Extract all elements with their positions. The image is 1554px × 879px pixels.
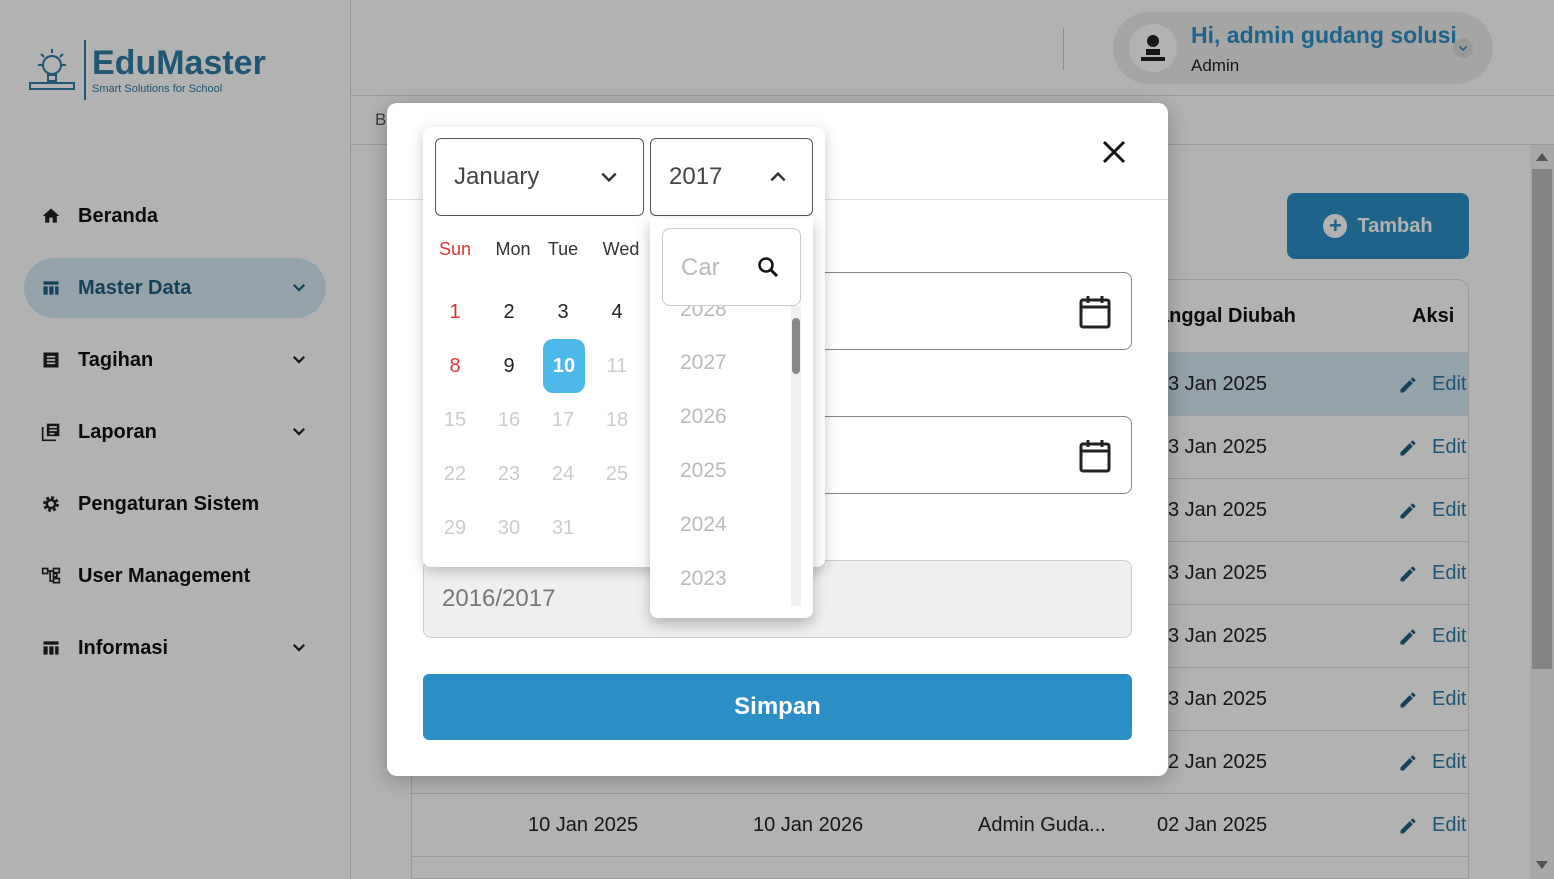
year-option[interactable]: 2025 (680, 459, 727, 483)
close-icon[interactable] (1099, 137, 1129, 167)
calendar-day: 29 (443, 517, 467, 539)
year-scrollbar-thumb[interactable] (792, 318, 800, 374)
year-option[interactable]: 2026 (680, 405, 727, 429)
calendar-day: 17 (551, 409, 575, 431)
calendar-day: 15 (443, 409, 467, 431)
calendar-day: 30 (497, 517, 521, 539)
calendar-day: 16 (497, 409, 521, 431)
year-select[interactable]: 2017 (650, 138, 813, 216)
year-option[interactable]: 2024 (680, 513, 727, 537)
calendar-day-selected[interactable]: 10 (543, 339, 585, 393)
calendar-day: 31 (551, 517, 575, 539)
calendar-day: 24 (551, 463, 575, 485)
calendar-day: 11 (606, 355, 628, 377)
weekday-label: Sun (438, 239, 472, 259)
chevron-down-icon (601, 172, 617, 183)
weekday-label: Wed (602, 239, 640, 259)
weekday-label: Mon (495, 239, 531, 259)
save-button[interactable]: Simpan (423, 674, 1132, 740)
calendar-day[interactable]: 1 (434, 285, 476, 339)
calendar-day[interactable]: 3 (542, 285, 584, 339)
year-search-box[interactable]: Car (662, 228, 801, 306)
year-option[interactable]: 2027 (680, 351, 727, 375)
calendar-day: 22 (443, 463, 467, 485)
month-select[interactable]: January (435, 138, 644, 216)
search-icon (758, 257, 779, 278)
year-select-value: 2017 (669, 163, 723, 190)
calendar-day: 25 (605, 463, 629, 485)
calendar-day[interactable]: 2 (488, 285, 530, 339)
chevron-up-icon (770, 171, 786, 182)
year-dropdown: Car 2028 2027 2026 2025 2024 2023 Car (650, 218, 813, 618)
year-option[interactable]: 2023 (680, 567, 727, 591)
calendar-day: 18 (605, 409, 629, 431)
month-select-value: January (454, 163, 540, 190)
calendar-day: 23 (497, 463, 521, 485)
calendar-icon[interactable] (1079, 295, 1111, 329)
calendar-icon[interactable] (1079, 439, 1111, 473)
year-scrollbar[interactable] (791, 306, 801, 606)
year-search-placeholder: Car (681, 254, 720, 281)
calendar-day[interactable]: 4 (596, 285, 638, 339)
weekday-label: Tue (547, 239, 579, 259)
calendar-day[interactable]: 8 (434, 339, 476, 393)
calendar-day[interactable]: 9 (488, 339, 530, 393)
